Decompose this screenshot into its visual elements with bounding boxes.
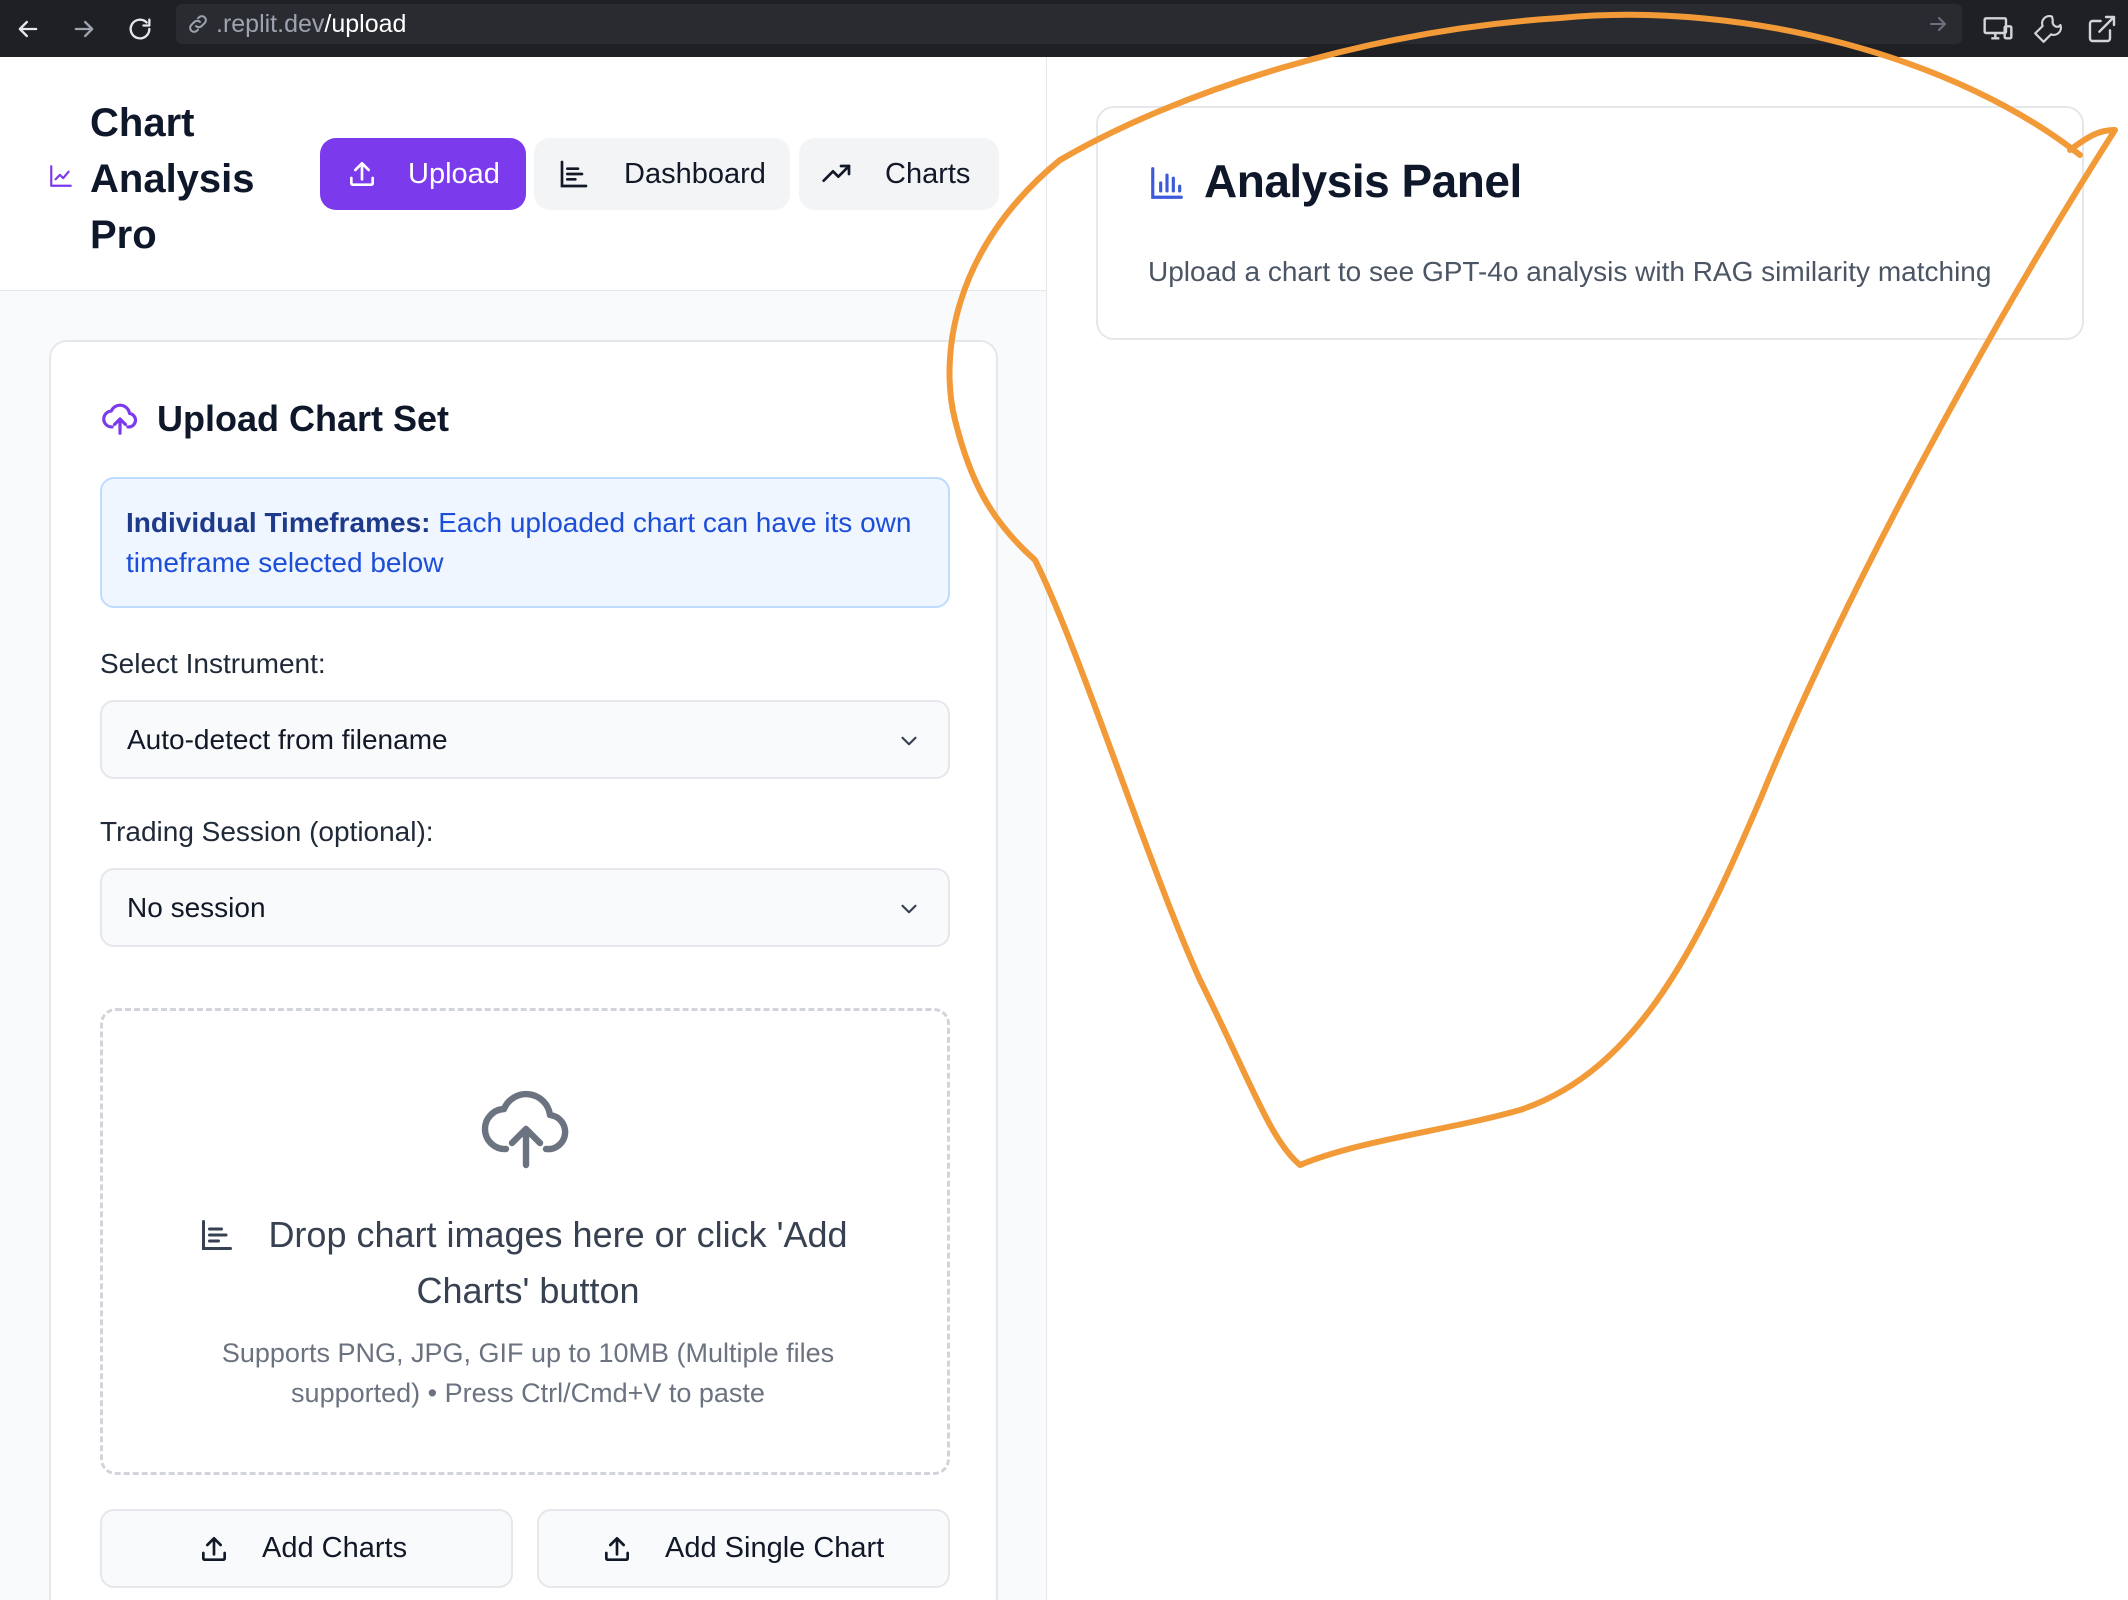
upload-icon xyxy=(350,162,374,186)
devices-icon[interactable] xyxy=(1982,13,2014,45)
upload-icon xyxy=(202,1536,226,1561)
trending-up-icon xyxy=(822,164,851,182)
url-path: /upload xyxy=(324,9,407,38)
session-select-value: No session xyxy=(127,891,266,923)
cloud-upload-icon xyxy=(102,403,138,435)
instrument-select[interactable]: Auto-detect from filename xyxy=(100,700,950,779)
browser-tools xyxy=(1982,0,2118,57)
drop-zone[interactable]: Drop chart images here or click 'Add Cha… xyxy=(100,1008,950,1475)
info-box: Individual Timeframes: Each uploaded cha… xyxy=(100,477,950,608)
info-bold: Individual Timeframes: xyxy=(126,507,431,538)
tab-charts-label: Charts xyxy=(885,157,971,190)
session-select[interactable]: No session xyxy=(100,868,950,947)
drop-zone-subtitle: Supports PNG, JPG, GIF up to 10MB (Multi… xyxy=(221,1338,835,1408)
arrow-left-icon xyxy=(18,20,38,37)
forward-button[interactable] xyxy=(56,0,112,57)
upload-icon xyxy=(605,1536,629,1561)
url-host: .replit.dev xyxy=(216,9,325,38)
chevron-down-icon xyxy=(901,736,917,746)
add-single-chart-label: Add Single Chart xyxy=(665,1532,885,1564)
add-single-chart-button[interactable]: Add Single Chart xyxy=(537,1509,950,1588)
app-title: Chart Analysis Pro xyxy=(90,101,255,257)
reload-button[interactable] xyxy=(112,0,168,57)
browser-toolbar: .replit.dev/upload xyxy=(0,0,2128,57)
tab-dashboard[interactable]: Dashboard xyxy=(534,138,790,210)
bar-chart-icon xyxy=(560,160,588,188)
session-label: Trading Session (optional): xyxy=(100,816,434,847)
cloud-upload-icon xyxy=(481,1090,569,1169)
back-button[interactable] xyxy=(0,0,56,57)
drop-zone-title: Drop chart images here or click 'Add Cha… xyxy=(268,1214,848,1311)
go-arrow-icon[interactable] xyxy=(1926,12,1950,36)
analysis-panel-card: Analysis Panel Upload a chart to see GPT… xyxy=(1096,106,2084,340)
chevron-down-icon xyxy=(901,904,917,914)
upload-card-title: Upload Chart Set xyxy=(157,398,450,439)
address-bar[interactable]: .replit.dev/upload xyxy=(176,4,1962,44)
link-icon xyxy=(189,15,207,33)
tab-upload-label: Upload xyxy=(408,157,500,190)
upload-card: Upload Chart Set Individual Timeframes: … xyxy=(49,340,998,1600)
open-external-icon[interactable] xyxy=(2086,13,2118,45)
arrow-right-icon xyxy=(74,20,94,37)
upload-panel: Chart Analysis Pro Upload Dashboard Char… xyxy=(0,57,1047,1600)
line-chart-icon xyxy=(50,165,72,187)
analysis-panel-subtitle: Upload a chart to see GPT-4o analysis wi… xyxy=(1148,256,1992,287)
tab-upload[interactable]: Upload xyxy=(320,138,526,210)
app-header: Chart Analysis Pro Upload Dashboard Char… xyxy=(0,57,1046,291)
tab-dashboard-label: Dashboard xyxy=(624,157,766,190)
analysis-panel-title: Analysis Panel xyxy=(1204,155,1522,207)
instrument-select-value: Auto-detect from filename xyxy=(127,723,448,755)
reload-icon xyxy=(129,18,151,40)
bar-chart-icon xyxy=(1151,167,1183,199)
wrench-icon[interactable] xyxy=(2034,13,2066,45)
add-charts-label: Add Charts xyxy=(262,1532,408,1564)
instrument-label: Select Instrument: xyxy=(100,648,326,679)
add-charts-button[interactable]: Add Charts xyxy=(100,1509,513,1588)
tab-charts[interactable]: Charts xyxy=(799,138,999,210)
